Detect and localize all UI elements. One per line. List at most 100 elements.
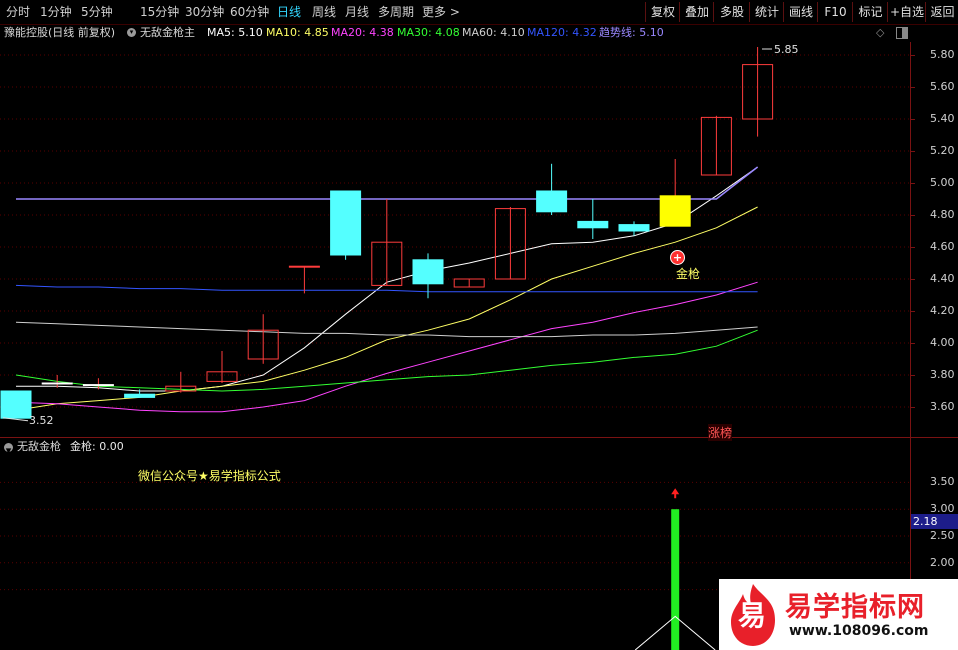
tab-15min[interactable]: 15分钟	[140, 3, 179, 21]
candle	[247, 314, 279, 364]
price-tick-label: 5.80	[930, 48, 955, 61]
logo-title: 易学指标网	[785, 592, 925, 623]
stats-button[interactable]: 统计	[749, 2, 784, 22]
price-tick-label: 5.00	[930, 176, 955, 189]
tab-fenshi[interactable]: 分时	[6, 3, 30, 21]
trend-label: 趋势线: 5.10	[599, 26, 664, 39]
price-tick-mark	[910, 119, 915, 120]
candle	[659, 159, 691, 227]
overlay-button[interactable]: 叠加	[679, 2, 714, 22]
tab-monthly[interactable]: 月线	[345, 3, 369, 21]
candle-body	[330, 190, 362, 256]
signal-marker-icon: +	[670, 250, 685, 265]
candle	[371, 199, 403, 286]
candle	[206, 351, 238, 383]
price-tick-label: 4.60	[930, 240, 955, 253]
ma20-label: MA20: 4.38	[331, 26, 394, 39]
fuquan-button[interactable]: 复权	[645, 2, 680, 22]
candle-body	[618, 224, 650, 232]
price-tick-label: 4.20	[930, 304, 955, 317]
candle	[536, 163, 568, 215]
candle-body	[288, 265, 320, 268]
price-tick-mark	[910, 407, 915, 408]
tab-more[interactable]: 更多 >	[422, 3, 460, 21]
ma120-label: MA120: 4.32	[527, 26, 597, 39]
signal-tick-label: 2.00	[930, 555, 955, 569]
price-tick-label: 5.20	[930, 144, 955, 157]
signal-label: 金枪	[676, 267, 701, 281]
candle-body	[659, 195, 691, 227]
add-watchlist-button[interactable]: +自选	[887, 2, 926, 22]
candlestick-chart[interactable]	[0, 42, 910, 436]
tab-daily[interactable]: 日线	[277, 3, 301, 21]
price-tick-mark	[910, 279, 915, 280]
candle-body	[82, 384, 114, 387]
ma10-label: MA10: 4.85	[266, 26, 329, 39]
price-tick-mark	[910, 215, 915, 216]
ma5-label: MA5: 5.10	[207, 26, 263, 39]
price-tick-label: 3.60	[930, 400, 955, 413]
stock-title: 豫能控股(日线 前复权)	[4, 26, 116, 39]
price-tick-mark	[910, 375, 915, 376]
candle-body	[412, 259, 444, 285]
current-value-badge: 2.18	[911, 514, 958, 529]
candle	[288, 265, 320, 294]
signal-arrow-icon	[671, 488, 680, 499]
price-tick-label: 3.80	[930, 368, 955, 381]
candle-body	[41, 382, 73, 385]
ma-line-ma20	[15, 281, 758, 413]
price-tick-label: 4.40	[930, 272, 955, 285]
price-tick-mark	[910, 343, 915, 344]
price-tick-label: 5.60	[930, 80, 955, 93]
multi-stock-button[interactable]: 多股	[713, 2, 750, 22]
price-tick-label: 4.80	[930, 208, 955, 221]
low-price-label: 3.52	[29, 414, 54, 427]
price-tick-mark	[910, 247, 915, 248]
high-price-label: 5.85	[774, 43, 799, 56]
trend-line	[16, 166, 759, 200]
price-tick-mark	[910, 151, 915, 152]
signal-tick-label: 2.50	[930, 529, 955, 542]
price-tick-label: 5.40	[930, 112, 955, 125]
price-tick-label: 4.00	[930, 336, 955, 349]
diamond-icon[interactable]: ◇	[876, 24, 884, 42]
ma30-label: MA30: 4.08	[397, 26, 460, 39]
draw-button[interactable]: 画线	[783, 2, 818, 22]
candle-body	[536, 190, 568, 213]
candle	[453, 278, 485, 288]
signal-bar	[671, 509, 680, 650]
mark-button[interactable]: 标记	[852, 2, 888, 22]
tab-60min[interactable]: 60分钟	[230, 3, 269, 21]
ma60-label: MA60: 4.10	[462, 26, 525, 39]
price-tick-mark	[910, 183, 915, 184]
price-tick-mark	[910, 311, 915, 312]
tab-30min[interactable]: 30分钟	[185, 3, 224, 21]
candle-body	[124, 393, 156, 398]
f10-button[interactable]: F10	[817, 2, 853, 22]
candle-body	[577, 220, 609, 229]
candle	[577, 199, 609, 239]
tab-multi-period[interactable]: 多周期	[378, 3, 414, 21]
site-logo: 易 易学指标网 www.108096.com	[719, 579, 958, 650]
candle	[494, 207, 526, 280]
tab-weekly[interactable]: 周线	[312, 3, 336, 21]
price-tick-mark	[910, 87, 915, 88]
indicator-info-bar: 豫能控股(日线 前复权) ▾ 无敌金枪主 MA5: 5.10 MA10: 4.8…	[0, 24, 910, 42]
ma-line-ma60	[15, 321, 758, 338]
back-button[interactable]: 返回	[925, 2, 958, 22]
candle-body	[0, 390, 32, 419]
tab-5min[interactable]: 5分钟	[81, 3, 113, 21]
price-tick-mark	[910, 55, 915, 56]
candle	[0, 390, 32, 419]
period-toolbar: 分时 1分钟 5分钟 15分钟 30分钟 60分钟 日线 周线 月线 多周期 更…	[0, 0, 958, 25]
axis-divider	[910, 42, 911, 650]
indicator-name[interactable]: 无敌金枪主	[140, 24, 195, 42]
candle	[742, 47, 774, 137]
logo-url: www.108096.com	[789, 623, 929, 639]
candle	[700, 115, 732, 176]
tab-1min[interactable]: 1分钟	[40, 3, 72, 21]
candle	[618, 221, 650, 236]
ma-line-ma120	[15, 284, 758, 293]
logo-glyph: 易	[738, 599, 767, 632]
candle	[330, 190, 362, 260]
